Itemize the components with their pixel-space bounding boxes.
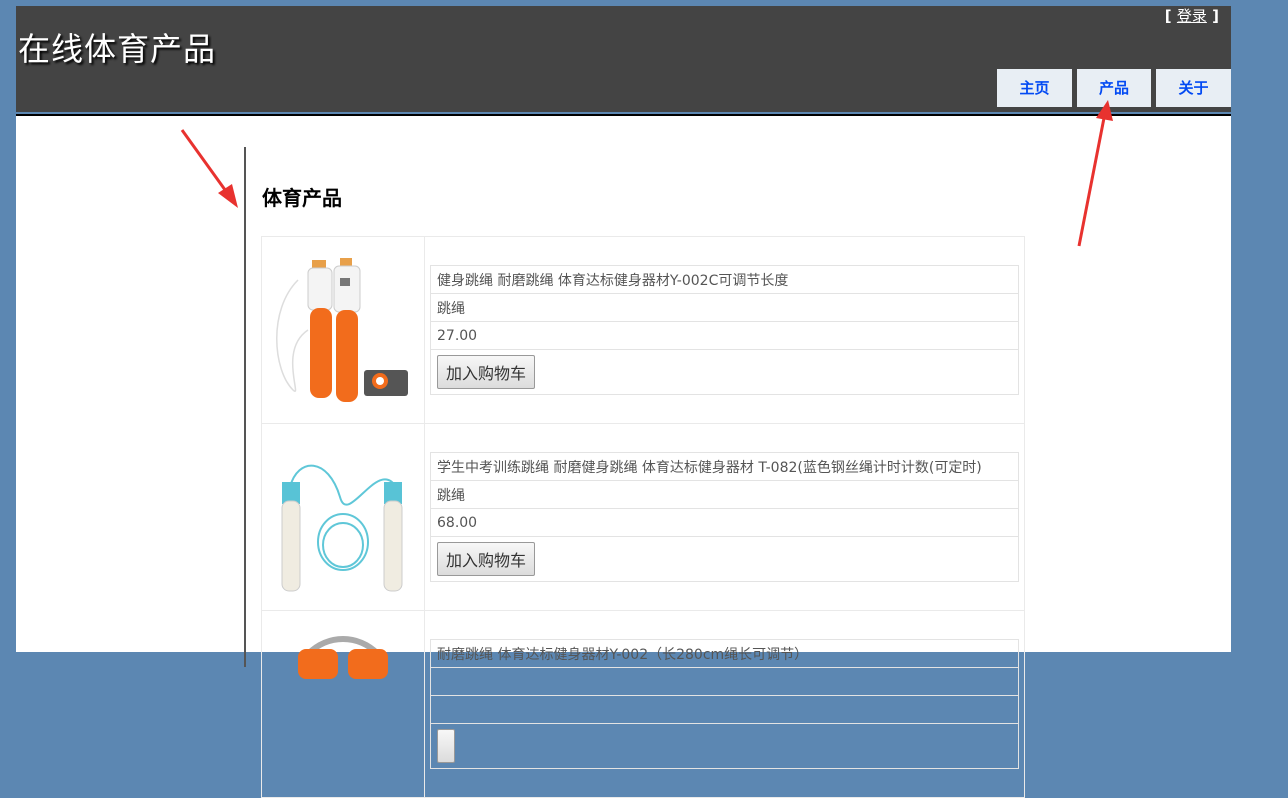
product-action-cell: 加入购物车 — [430, 349, 1019, 395]
header-divider — [16, 114, 1231, 116]
site-title: 在线体育产品 — [18, 30, 217, 68]
product-category: 跳绳 — [430, 293, 1019, 322]
login-bracket-close: ] — [1212, 7, 1219, 25]
menu-products[interactable]: 产品 — [1077, 69, 1151, 107]
product-image-cell — [261, 236, 425, 424]
product-image-cell — [261, 610, 425, 798]
product-row: 学生中考训练跳绳 耐磨健身跳绳 体育达标健身器材 T-082(蓝色钢丝绳计时计数… — [261, 423, 1025, 611]
orange-jump-rope-image[interactable] — [268, 624, 418, 784]
blue-jump-rope-image[interactable] — [268, 437, 418, 597]
product-info-cell: 学生中考训练跳绳 耐磨健身跳绳 体育达标健身器材 T-082(蓝色钢丝绳计时计数… — [424, 423, 1025, 611]
product-info-table: 耐磨跳绳 体育达标健身器材Y-002（长280cm绳长可调节） — [430, 639, 1019, 769]
product-info-cell: 健身跳绳 耐磨跳绳 体育达标健身器材Y-002C可调节长度 跳绳 27.00 加… — [424, 236, 1025, 424]
product-name: 耐磨跳绳 体育达标健身器材Y-002（长280cm绳长可调节） — [430, 639, 1019, 668]
login-bracket-open: [ — [1164, 7, 1172, 25]
product-category: 跳绳 — [430, 480, 1019, 509]
product-info-table: 健身跳绳 耐磨跳绳 体育达标健身器材Y-002C可调节长度 跳绳 27.00 加… — [430, 265, 1019, 395]
product-action-cell: 加入购物车 — [430, 536, 1019, 582]
product-category — [430, 667, 1019, 696]
page-container: 在线体育产品 [ 登录 ] 主页 产品 关于 体育产品 健身跳绳 耐磨跳绳 体育… — [16, 6, 1231, 798]
content-divider — [244, 147, 246, 667]
product-price: 68.00 — [430, 508, 1019, 537]
login-link[interactable]: 登录 — [1177, 7, 1207, 25]
menu-home[interactable]: 主页 — [997, 69, 1072, 107]
product-action-cell — [430, 723, 1019, 769]
menu-about[interactable]: 关于 — [1156, 69, 1231, 107]
product-info-cell: 耐磨跳绳 体育达标健身器材Y-002（长280cm绳长可调节） — [424, 610, 1025, 798]
product-price — [430, 695, 1019, 724]
header: 在线体育产品 [ 登录 ] 主页 产品 关于 — [16, 6, 1231, 114]
main-menu: 主页 产品 关于 — [997, 69, 1231, 107]
add-to-cart-button[interactable]: 加入购物车 — [437, 355, 536, 389]
product-name: 健身跳绳 耐磨跳绳 体育达标健身器材Y-002C可调节长度 — [430, 265, 1019, 294]
product-table: 健身跳绳 耐磨跳绳 体育达标健身器材Y-002C可调节长度 跳绳 27.00 加… — [261, 236, 1025, 798]
add-to-cart-button[interactable] — [437, 729, 455, 763]
product-name: 学生中考训练跳绳 耐磨健身跳绳 体育达标健身器材 T-082(蓝色钢丝绳计时计数… — [430, 452, 1019, 481]
product-row: 健身跳绳 耐磨跳绳 体育达标健身器材Y-002C可调节长度 跳绳 27.00 加… — [261, 236, 1025, 424]
section-title: 体育产品 — [262, 186, 342, 210]
add-to-cart-button[interactable]: 加入购物车 — [437, 542, 536, 576]
orange-jump-rope-image[interactable] — [268, 250, 418, 410]
product-row: 耐磨跳绳 体育达标健身器材Y-002（长280cm绳长可调节） — [261, 610, 1025, 798]
product-info-table: 学生中考训练跳绳 耐磨健身跳绳 体育达标健身器材 T-082(蓝色钢丝绳计时计数… — [430, 452, 1019, 582]
product-price: 27.00 — [430, 321, 1019, 350]
login-area: [ 登录 ] — [1165, 5, 1219, 26]
product-image-cell — [261, 423, 425, 611]
